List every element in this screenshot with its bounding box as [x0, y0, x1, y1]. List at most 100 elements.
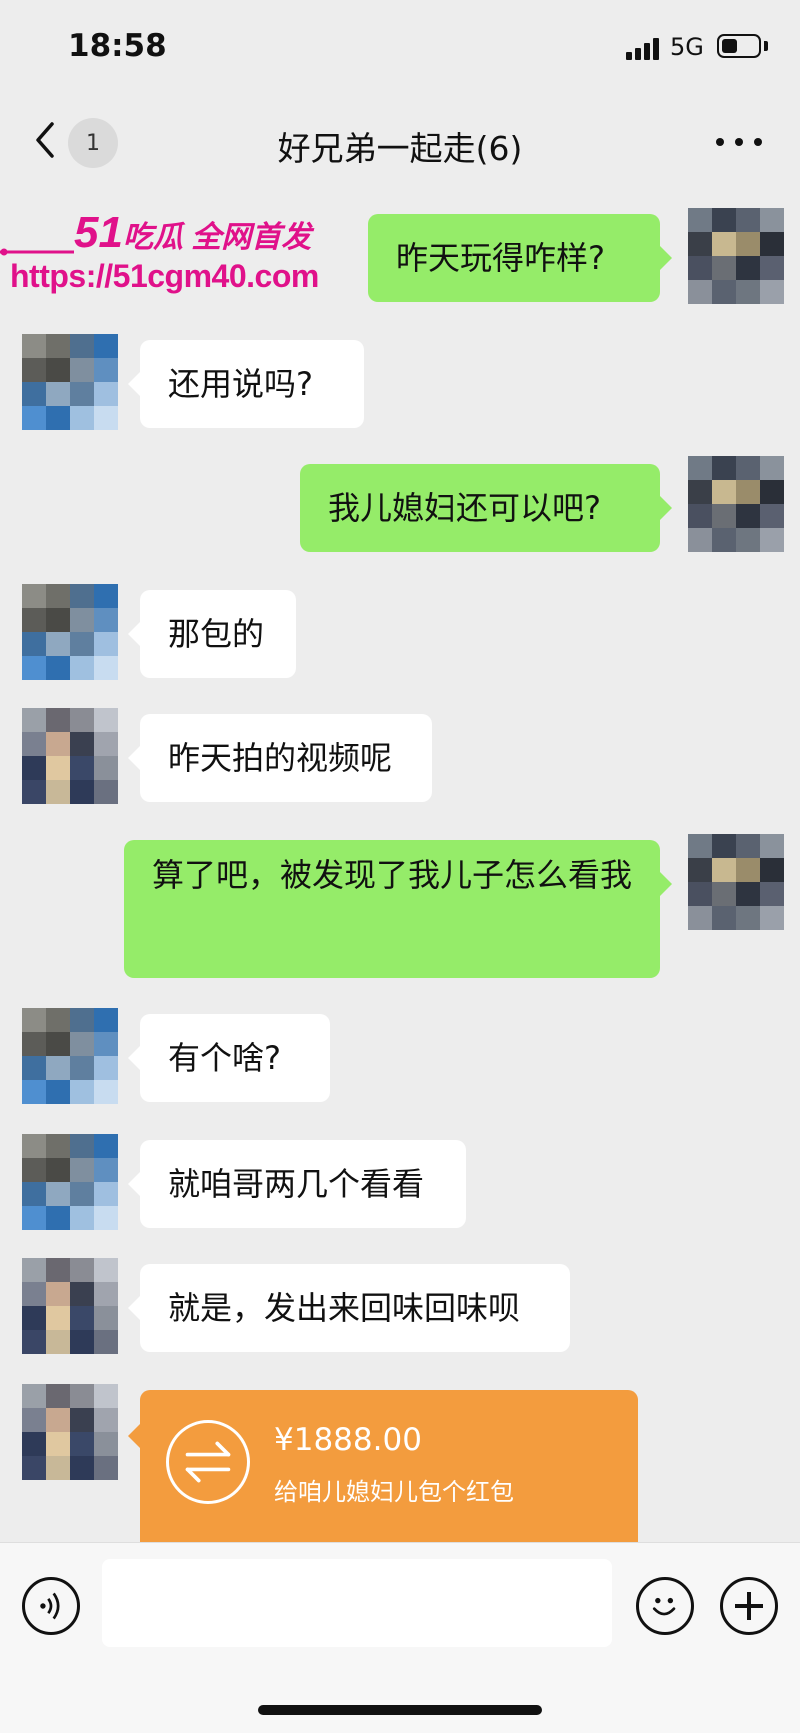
avatar-pixel [70, 608, 94, 632]
avatar-pixel [760, 256, 784, 280]
avatar-pixel [94, 732, 118, 756]
avatar-pixel [22, 632, 46, 656]
avatar-pixel [94, 1182, 118, 1206]
avatar-pixel [70, 732, 94, 756]
more-icon[interactable] [716, 138, 762, 146]
avatar[interactable] [22, 584, 118, 680]
avatar-pixel [736, 504, 760, 528]
message-bubble[interactable]: 我儿媳妇还可以吧? [300, 464, 672, 552]
avatar-pixel [22, 1330, 46, 1354]
message-bubble[interactable]: 有个啥? [128, 1014, 330, 1102]
avatar-pixel [94, 1008, 118, 1032]
avatar-pixel [94, 584, 118, 608]
avatar-pixel [70, 1008, 94, 1032]
avatar-pixel [94, 1432, 118, 1456]
avatar-pixel [94, 656, 118, 680]
avatar-pixel [736, 456, 760, 480]
avatar-pixel [688, 232, 712, 256]
avatar-pixel [70, 656, 94, 680]
avatar-pixel [736, 528, 760, 552]
avatar-pixel [46, 732, 70, 756]
avatar-pixel [712, 456, 736, 480]
avatar[interactable] [22, 708, 118, 804]
red-packet[interactable]: ¥1888.00 给咱儿媳妇儿包个红包 [128, 1390, 638, 1550]
message-bubble[interactable]: 昨天拍的视频呢 [128, 714, 432, 802]
avatar-pixel [46, 1330, 70, 1354]
avatar-pixel [712, 528, 736, 552]
message-bubble[interactable]: 那包的 [128, 590, 296, 678]
avatar-pixel [736, 480, 760, 504]
battery-tip [764, 41, 768, 51]
avatar-pixel [22, 1008, 46, 1032]
avatar-pixel [712, 906, 736, 930]
emoji-icon[interactable] [636, 1577, 694, 1635]
avatar-pixel [760, 208, 784, 232]
avatar-pixel [46, 608, 70, 632]
avatar-pixel [70, 382, 94, 406]
avatar-pixel [736, 280, 760, 304]
avatar-pixel [70, 1080, 94, 1104]
avatar-pixel [22, 382, 46, 406]
avatar[interactable] [22, 334, 118, 430]
avatar-pixel [46, 1306, 70, 1330]
message-bubble[interactable]: 还用说吗? [128, 340, 364, 428]
avatar-pixel [94, 1330, 118, 1354]
avatar[interactable] [688, 456, 784, 552]
avatar[interactable] [22, 1384, 118, 1480]
avatar[interactable] [22, 1258, 118, 1354]
avatar-pixel [70, 1158, 94, 1182]
watermark-brand-text: 吃瓜 全网首发 [122, 221, 312, 254]
avatar-pixel [22, 358, 46, 382]
message-input[interactable] [102, 1559, 612, 1647]
avatar[interactable] [688, 208, 784, 304]
watermark-arrow-icon [0, 248, 74, 256]
avatar-pixel [760, 834, 784, 858]
avatar-pixel [94, 1056, 118, 1080]
avatar-pixel [46, 780, 70, 804]
avatar-pixel [94, 1032, 118, 1056]
avatar-pixel [46, 1158, 70, 1182]
battery-icon [717, 34, 761, 58]
avatar-pixel [22, 1206, 46, 1230]
avatar-pixel [712, 232, 736, 256]
avatar-pixel [760, 504, 784, 528]
avatar-pixel [46, 1056, 70, 1080]
avatar-pixel [70, 1134, 94, 1158]
avatar-pixel [94, 1258, 118, 1282]
avatar-pixel [688, 858, 712, 882]
avatar[interactable] [22, 1134, 118, 1230]
avatar-pixel [22, 1182, 46, 1206]
avatar-pixel [712, 256, 736, 280]
avatar-pixel [94, 756, 118, 780]
avatar-pixel [22, 1408, 46, 1432]
avatar-pixel [46, 1182, 70, 1206]
avatar-pixel [736, 882, 760, 906]
packet-amount: ¥1888.00 [274, 1422, 422, 1458]
avatar-pixel [94, 406, 118, 430]
avatar-pixel [760, 528, 784, 552]
avatar-pixel [22, 1032, 46, 1056]
avatar-pixel [46, 1456, 70, 1480]
avatar-pixel [46, 1258, 70, 1282]
avatar[interactable] [688, 834, 784, 930]
avatar[interactable] [22, 1008, 118, 1104]
message-bubble[interactable]: 就是，发出来回味回味呗 [128, 1264, 570, 1352]
avatar-pixel [712, 504, 736, 528]
avatar-pixel [736, 858, 760, 882]
avatar-pixel [46, 1080, 70, 1104]
avatar-pixel [22, 1384, 46, 1408]
avatar-pixel [736, 232, 760, 256]
avatar-pixel [712, 280, 736, 304]
message-bubble[interactable]: 昨天玩得咋样? [368, 214, 672, 302]
watermark-url: https://51cgm40.com [10, 258, 319, 294]
avatar-pixel [712, 858, 736, 882]
avatar-pixel [94, 780, 118, 804]
avatar-pixel [70, 584, 94, 608]
message-bubble[interactable]: 就咱哥两几个看看 [128, 1140, 466, 1228]
message-bubble[interactable]: 算了吧，被发现了我儿子怎么看我 [124, 840, 672, 978]
voice-icon[interactable] [22, 1577, 80, 1635]
avatar-pixel [70, 632, 94, 656]
plus-icon[interactable] [720, 1577, 778, 1635]
avatar-pixel [22, 1134, 46, 1158]
avatar-pixel [94, 608, 118, 632]
